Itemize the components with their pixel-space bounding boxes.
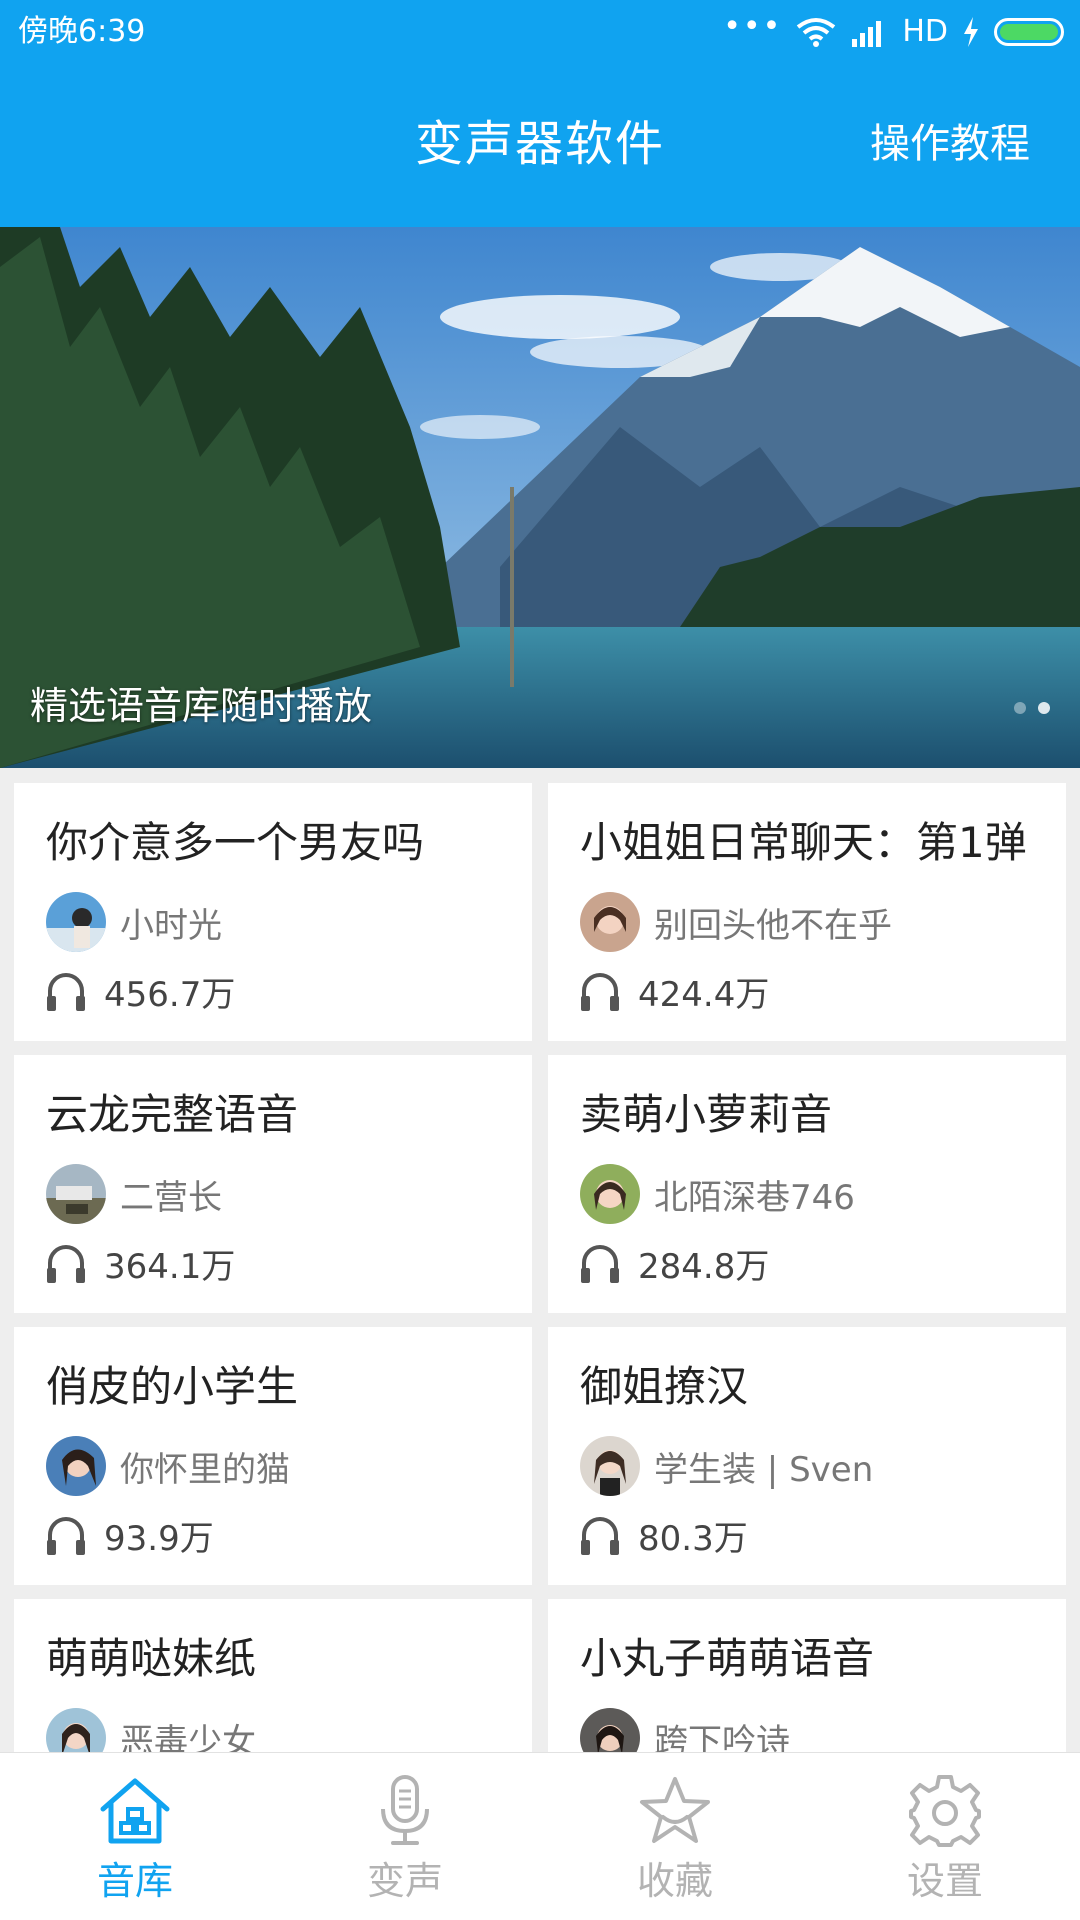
status-icons: ••• HD <box>723 12 1064 52</box>
headphone-icon <box>47 973 85 1011</box>
nav-label: 变声 <box>366 1859 443 1903</box>
nav-item-library[interactable]: 音库 <box>0 1753 270 1920</box>
voice-card[interactable]: 俏皮的小学生 你怀里的猫 93.9万 <box>14 1327 532 1585</box>
play-count-value: 284.8万 <box>638 1246 770 1287</box>
voice-card[interactable]: 小丸子萌萌语音 跨下吟诗 <box>548 1599 1066 1753</box>
avatar <box>46 892 106 952</box>
play-count: 284.8万 <box>578 1239 769 1287</box>
card-author: 学生装 | Sven <box>580 1435 873 1497</box>
play-count-value: 424.4万 <box>638 974 770 1015</box>
card-title: 卖萌小萝莉音 <box>580 1090 833 1139</box>
card-author: 小时光 <box>46 891 222 953</box>
headphone-icon <box>47 1245 85 1283</box>
play-count-value: 456.7万 <box>104 974 236 1015</box>
author-name: 小时光 <box>120 905 222 946</box>
card-title: 你介意多一个男友吗 <box>46 818 425 867</box>
card-author: 北陌深巷746 <box>580 1163 855 1225</box>
card-title: 俏皮的小学生 <box>46 1362 299 1411</box>
play-count: 456.7万 <box>44 967 235 1015</box>
author-name: 二营长 <box>120 1177 222 1218</box>
voice-card[interactable]: 云龙完整语音 二营长 364.1万 <box>14 1055 532 1313</box>
play-count-value: 80.3万 <box>638 1518 748 1559</box>
avatar <box>46 1164 106 1224</box>
card-author: 跨下吟诗 <box>580 1707 790 1753</box>
play-count-value: 93.9万 <box>104 1518 214 1559</box>
voice-card[interactable]: 萌萌哒妹纸 恶毒少女 <box>14 1599 532 1753</box>
play-count: 364.1万 <box>44 1239 235 1287</box>
tutorial-link[interactable]: 操作教程 <box>870 116 1030 172</box>
voice-card[interactable]: 小姐姐日常聊天：第1弹 别回头他不在乎 424.4万 <box>548 783 1066 1041</box>
author-name: 你怀里的猫 <box>120 1449 290 1490</box>
voice-card[interactable]: 你介意多一个男友吗 小时光 456.7万 <box>14 783 532 1041</box>
nav-item-favorites[interactable]: 收藏 <box>540 1753 810 1920</box>
microphone-icon <box>381 1775 429 1845</box>
indicator-dot-active <box>1038 702 1050 714</box>
headphone-icon <box>581 1517 619 1555</box>
avatar <box>580 1436 640 1496</box>
voice-card[interactable]: 卖萌小萝莉音 北陌深巷746 284.8万 <box>548 1055 1066 1313</box>
more-dots-icon: ••• <box>723 9 783 44</box>
avatar <box>46 1708 106 1753</box>
play-count: 80.3万 <box>578 1511 748 1559</box>
avatar <box>580 1164 640 1224</box>
play-count: 93.9万 <box>44 1511 214 1559</box>
nav-item-voice-change[interactable]: 变声 <box>270 1753 540 1920</box>
banner-caption: 精选语音库随时播放 <box>30 684 373 728</box>
status-bar: 傍晚6:39 ••• HD <box>0 0 1080 64</box>
battery-icon <box>994 18 1064 46</box>
author-name: 学生装 | Sven <box>654 1449 874 1490</box>
house-icon <box>100 1778 170 1844</box>
card-author: 恶毒少女 <box>46 1707 256 1753</box>
star-icon <box>640 1777 710 1843</box>
nav-label: 音库 <box>96 1859 173 1903</box>
headphone-icon <box>581 1245 619 1283</box>
wifi-icon <box>797 18 836 47</box>
card-title: 小丸子萌萌语音 <box>580 1634 875 1683</box>
avatar <box>580 1708 640 1753</box>
bottom-nav: 音库 变声 收藏 设置 <box>0 1752 1080 1920</box>
nav-item-settings[interactable]: 设置 <box>810 1753 1080 1920</box>
nav-label: 收藏 <box>636 1859 713 1903</box>
network-type: HD <box>902 14 948 49</box>
nav-label: 设置 <box>906 1859 983 1903</box>
avatar <box>46 1436 106 1496</box>
card-title: 御姐撩汉 <box>580 1362 749 1411</box>
status-time: 傍晚6:39 <box>18 14 146 49</box>
signal-icon <box>852 21 882 47</box>
headphone-icon <box>47 1517 85 1555</box>
charging-icon <box>964 17 978 47</box>
play-count: 424.4万 <box>578 967 769 1015</box>
headphone-icon <box>581 973 619 1011</box>
card-author: 你怀里的猫 <box>46 1435 290 1497</box>
indicator-dot <box>1014 702 1026 714</box>
app-header: 傍晚6:39 ••• HD 变声器软件 操作教程 <box>0 0 1080 227</box>
voice-card[interactable]: 御姐撩汉 学生装 | Sven 80.3万 <box>548 1327 1066 1585</box>
voice-pack-grid: 你介意多一个男友吗 小时光 456.7万 小姐姐日常聊天：第1弹 别回头他不在乎… <box>14 783 1066 1753</box>
card-title: 云龙完整语音 <box>46 1090 299 1139</box>
play-count-value: 364.1万 <box>104 1246 236 1287</box>
author-name: 跨下吟诗 <box>654 1721 790 1754</box>
card-title: 小姐姐日常聊天：第1弹 <box>580 818 1027 867</box>
card-author: 别回头他不在乎 <box>580 891 892 953</box>
card-title: 萌萌哒妹纸 <box>46 1634 257 1683</box>
author-name: 恶毒少女 <box>120 1721 256 1754</box>
gear-icon <box>909 1775 981 1847</box>
avatar <box>580 892 640 952</box>
card-author: 二营长 <box>46 1163 222 1225</box>
author-name: 别回头他不在乎 <box>654 905 892 946</box>
banner-carousel[interactable]: 精选语音库随时播放 <box>0 227 1080 768</box>
carousel-indicator <box>1014 702 1050 714</box>
author-name: 北陌深巷746 <box>654 1177 855 1218</box>
